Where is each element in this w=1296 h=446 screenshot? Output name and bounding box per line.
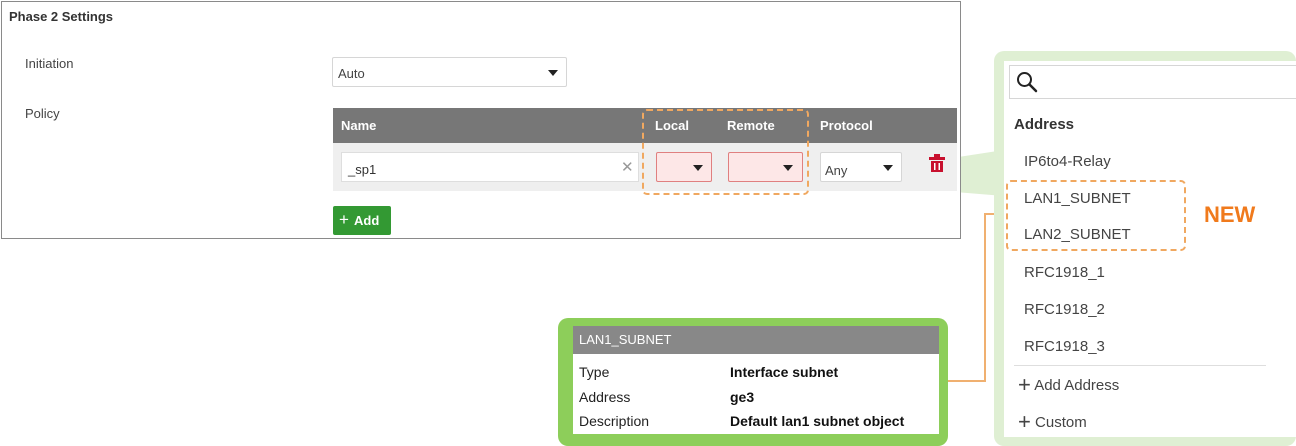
add-label: Add (354, 213, 380, 228)
address-section-heading: Address (1014, 116, 1075, 133)
add-address-option[interactable]: + Add Address (1018, 370, 1120, 397)
list-item[interactable]: RFC1918_1 (1024, 264, 1105, 281)
panel-title: Phase 2 Settings (9, 9, 114, 24)
search-input[interactable] (1009, 65, 1296, 99)
clear-icon[interactable]: ✕ (621, 158, 634, 176)
divider (1014, 365, 1266, 366)
initiation-label: Initiation (25, 56, 74, 71)
protocol-select[interactable]: Any (820, 152, 902, 182)
list-item[interactable]: RFC1918_3 (1024, 338, 1105, 355)
search-icon (1017, 72, 1038, 93)
protocol-value: Any (825, 163, 848, 178)
initiation-select[interactable]: Auto (332, 57, 567, 87)
custom-label: Custom (1035, 414, 1087, 431)
trash-icon[interactable] (928, 154, 946, 177)
info-key-description: Description (579, 413, 650, 429)
policy-name-input[interactable]: _sp1 ✕ (341, 152, 639, 182)
add-address-label: Add Address (1034, 377, 1120, 394)
col-name: Name (341, 118, 377, 133)
info-value-type: Interface subnet (730, 364, 839, 380)
local-remote-highlight (642, 109, 809, 195)
custom-option[interactable]: + Custom (1018, 407, 1087, 434)
chevron-down-icon (883, 165, 893, 171)
info-value-description: Default lan1 subnet object (730, 413, 905, 429)
plus-icon: + (339, 210, 349, 229)
plus-icon: + (1018, 409, 1031, 434)
info-value-address: ge3 (730, 389, 755, 405)
policy-name-value: _sp1 (348, 162, 377, 177)
plus-icon: + (1018, 372, 1031, 397)
col-protocol: Protocol (820, 118, 873, 133)
new-badge: NEW (1204, 202, 1256, 227)
add-button[interactable]: + Add (333, 206, 391, 235)
info-card-title: LAN1_SUBNET (573, 326, 939, 354)
initiation-value: Auto (338, 66, 365, 81)
new-items-highlight (1006, 180, 1186, 251)
list-item[interactable]: IP6to4-Relay (1024, 153, 1111, 170)
policy-label: Policy (25, 106, 60, 121)
info-key-address: Address (579, 389, 631, 405)
info-key-type: Type (579, 364, 610, 380)
list-item[interactable]: RFC1918_2 (1024, 301, 1105, 318)
chevron-down-icon (548, 70, 558, 76)
